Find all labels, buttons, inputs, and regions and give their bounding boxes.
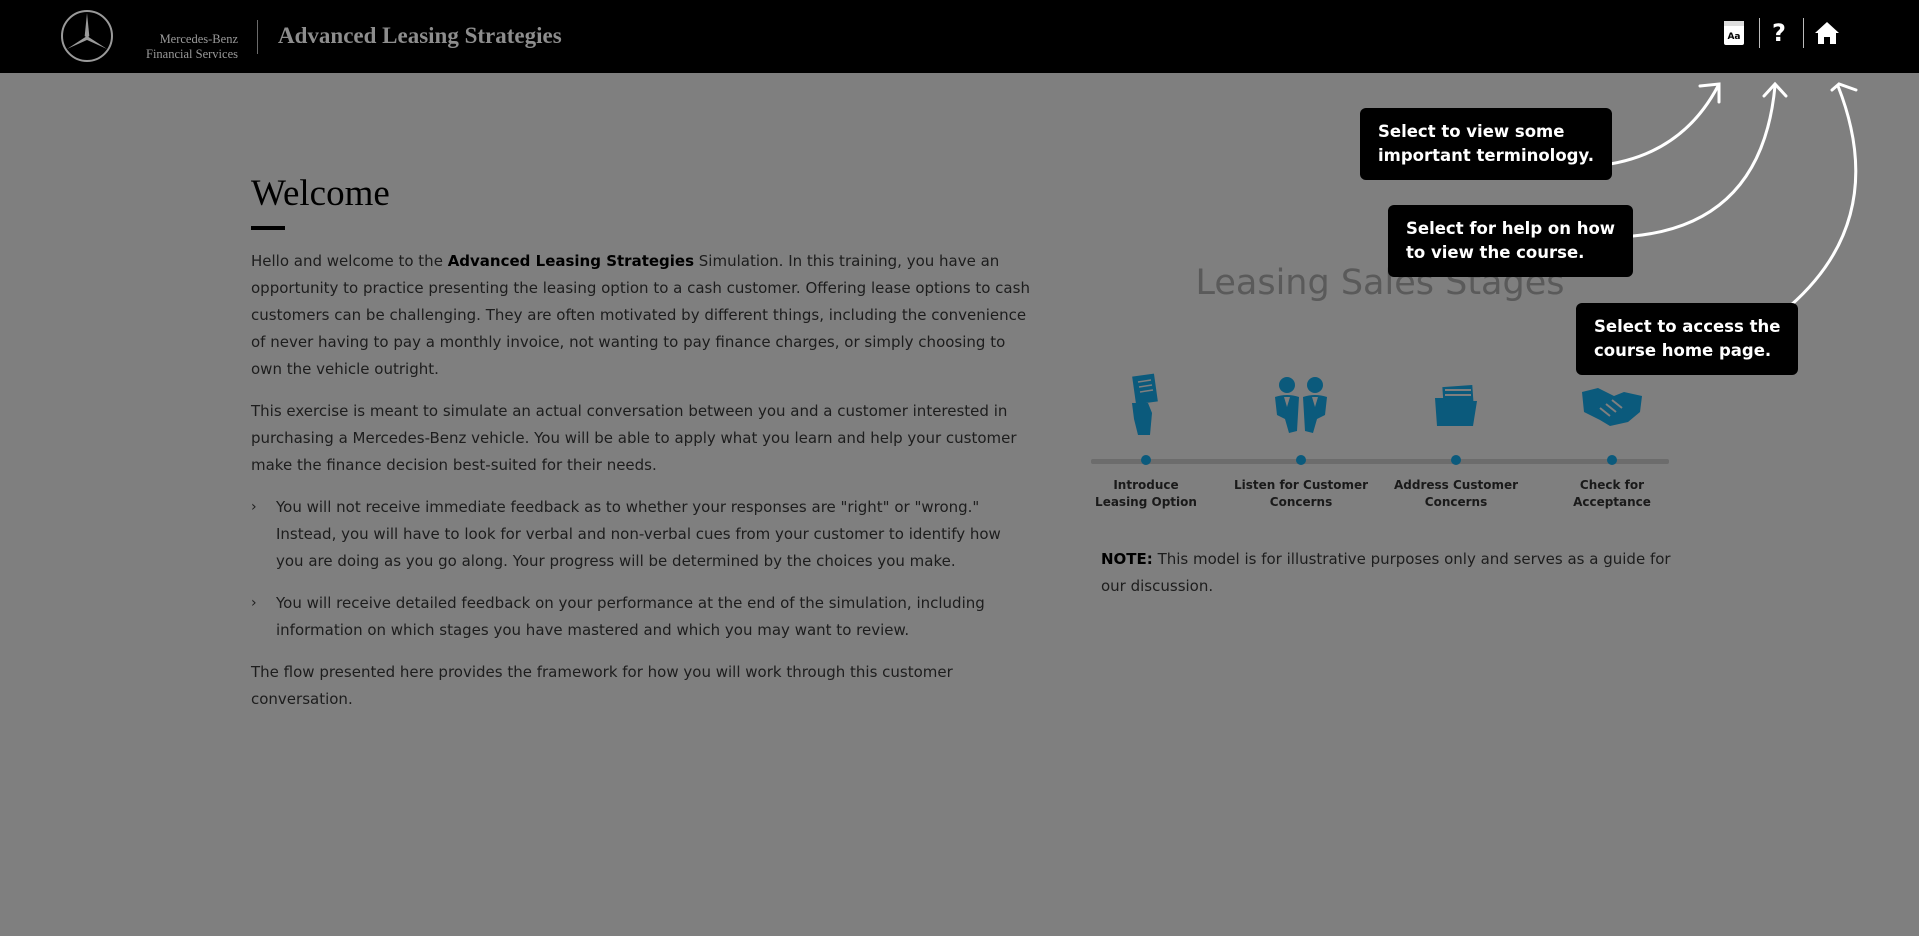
glossary-icon: Aa bbox=[1724, 21, 1744, 45]
stage-label-line-2: Leasing Option bbox=[1095, 495, 1197, 509]
callout-line-1: Select to access the bbox=[1594, 317, 1781, 336]
intro-paragraph: Hello and welcome to the Advanced Leasin… bbox=[251, 248, 1031, 383]
stage-label: Introduce Leasing Option bbox=[1071, 477, 1221, 511]
folder-icon bbox=[1435, 384, 1477, 426]
title-underline bbox=[251, 226, 285, 230]
brand-line-2: Financial Services bbox=[146, 47, 238, 61]
svg-text:Aa: Aa bbox=[1727, 32, 1740, 42]
note-label: NOTE: bbox=[1101, 550, 1153, 568]
page-title: Welcome bbox=[251, 173, 390, 214]
two-people-icon bbox=[1275, 377, 1327, 433]
home-icon bbox=[1815, 22, 1839, 44]
stage-label-line-1: Address Customer bbox=[1393, 478, 1519, 492]
callout-line-2: important terminology. bbox=[1378, 146, 1594, 165]
callout-terminology: Select to view some important terminolog… bbox=[1360, 108, 1612, 180]
stage-label-line-1: Introduce bbox=[1113, 478, 1179, 492]
header-icon-divider bbox=[1803, 18, 1804, 48]
callout-help: Select for help on how to view the cours… bbox=[1388, 205, 1634, 277]
arrow-head bbox=[1762, 81, 1788, 98]
exercise-paragraph: This exercise is meant to simulate an ac… bbox=[251, 402, 1017, 474]
help-icon: ? bbox=[1772, 19, 1786, 47]
feedback-list: › You will not receive immediate feedbac… bbox=[251, 494, 1031, 644]
callout-line-1: Select for help on how bbox=[1406, 219, 1616, 238]
stage-introduce-leasing: Introduce Leasing Option bbox=[1071, 370, 1221, 509]
arrow-to-glossary bbox=[1593, 84, 1720, 168]
chevron-right-icon: › bbox=[251, 595, 257, 611]
arrow-head bbox=[1698, 82, 1721, 104]
arrow-to-help bbox=[1631, 84, 1777, 238]
brand-line-1: Mercedes-Benz bbox=[159, 32, 238, 46]
stage-label-line-2: Concerns bbox=[1424, 495, 1488, 509]
stage-label-line-1: Listen for Customer bbox=[1233, 478, 1369, 492]
stage-listen-concerns: Listen for Customer Concerns bbox=[1226, 370, 1376, 509]
note-text: This model is for illustrative purposes … bbox=[1101, 550, 1671, 595]
intro-text: Hello and welcome to the Advanced Leasin… bbox=[251, 248, 1031, 728]
callout-line-2: course home page. bbox=[1594, 341, 1772, 360]
stage-label: Listen for Customer Concerns bbox=[1226, 477, 1376, 511]
mercedes-star-logo bbox=[61, 10, 113, 62]
callout-line-1: Select to view some bbox=[1378, 122, 1565, 141]
list-item-text: You will not receive immediate feedback … bbox=[276, 498, 1001, 570]
stages-timeline bbox=[1091, 459, 1669, 464]
header-icon-divider bbox=[1759, 18, 1760, 48]
list-item: › You will not receive immediate feedbac… bbox=[251, 494, 1031, 575]
handshake-icon bbox=[1582, 388, 1642, 426]
list-item-text: You will receive detailed feedback on yo… bbox=[276, 594, 985, 639]
top-bar: Mercedes-Benz Financial Services Advance… bbox=[0, 0, 1919, 73]
model-note: NOTE: This model is for illustrative pur… bbox=[1101, 546, 1681, 600]
arrow-to-home bbox=[1788, 84, 1858, 308]
stage-check-acceptance: Check for Acceptance bbox=[1537, 370, 1687, 509]
stage-label: Check for Acceptance bbox=[1537, 477, 1687, 511]
stage-label-line-2: Acceptance bbox=[1573, 495, 1651, 509]
help-button[interactable]: ? bbox=[1764, 18, 1794, 48]
stage-marker bbox=[1296, 455, 1306, 465]
course-name: Advanced Leasing Strategies bbox=[447, 252, 695, 270]
callout-line-2: to view the course. bbox=[1406, 243, 1585, 262]
intro-text-post: Simulation. In this training, you have a… bbox=[251, 252, 1030, 378]
stage-marker bbox=[1141, 455, 1151, 465]
home-button[interactable] bbox=[1812, 18, 1842, 48]
document-hand-icon bbox=[1132, 373, 1158, 435]
header-divider bbox=[257, 20, 258, 54]
app-title: Advanced Leasing Strategies bbox=[278, 23, 562, 48]
callout-home: Select to access the course home page. bbox=[1576, 303, 1799, 375]
stage-address-concerns: Address Customer Concerns bbox=[1381, 370, 1531, 509]
glossary-button[interactable]: Aa bbox=[1719, 18, 1749, 48]
list-item: › You will receive detailed feedback on … bbox=[251, 590, 1031, 644]
stage-marker bbox=[1451, 455, 1461, 465]
intro-text-pre: Hello and welcome to the bbox=[251, 252, 448, 270]
stage-label-line-1: Check for bbox=[1579, 478, 1645, 492]
stage-label: Address Customer Concerns bbox=[1381, 477, 1531, 511]
chevron-right-icon: › bbox=[251, 499, 257, 515]
stage-marker bbox=[1607, 455, 1617, 465]
brand-name: Mercedes-Benz Financial Services bbox=[120, 32, 238, 62]
stage-label-line-2: Concerns bbox=[1269, 495, 1333, 509]
framework-paragraph: The flow presented here provides the fra… bbox=[251, 663, 953, 708]
arrow-head bbox=[1830, 82, 1858, 92]
